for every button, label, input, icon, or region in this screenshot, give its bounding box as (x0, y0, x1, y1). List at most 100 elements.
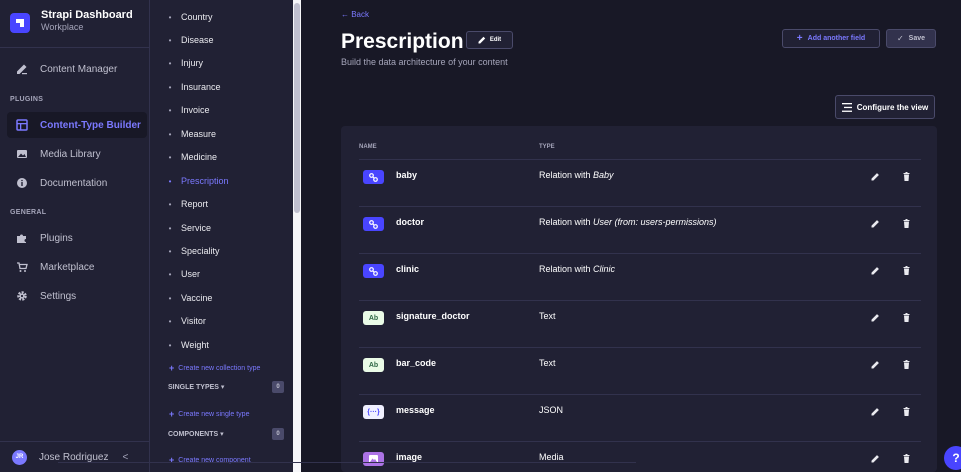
delete-field-button[interactable] (902, 215, 911, 233)
add-another-field-button[interactable]: + Add another field (782, 29, 880, 48)
field-type-label: JSON (539, 405, 564, 415)
bullet-icon: • (168, 246, 172, 256)
subnav-item-label: Visitor (181, 316, 206, 326)
trash-icon (903, 313, 910, 322)
table-row[interactable]: {···} message JSON (359, 394, 921, 428)
edit-field-button[interactable] (871, 403, 880, 421)
nav-divider (0, 47, 150, 48)
collapse-nav-button[interactable]: < (122, 452, 128, 463)
trash-icon (903, 407, 910, 416)
user-name: Jose Rodriguez (39, 451, 109, 463)
create-collection-type-link[interactable]: + Create new collection type (169, 363, 260, 373)
subnav-item-label: Disease (181, 35, 214, 45)
delete-field-button[interactable] (902, 168, 911, 186)
single-types-section[interactable]: SINGLE TYPES ▾ 0 (168, 381, 284, 393)
field-name: signature_doctor (396, 311, 470, 321)
subnav-item-label: Medicine (181, 152, 218, 162)
nav-item-content-type-builder[interactable]: Content-Type Builder (7, 112, 147, 138)
row-icon-text: Ab (368, 314, 379, 322)
bullet-icon: • (168, 316, 172, 326)
create-single-type-link[interactable]: + Create new single type (169, 409, 249, 419)
subnav-item-vaccine[interactable]: • Vaccine (166, 289, 286, 307)
brand[interactable]: Strapi Dashboard Workplace (10, 9, 142, 37)
puzzle-icon (17, 234, 26, 243)
avatar: JR (12, 449, 27, 465)
edit-field-button[interactable] (871, 262, 880, 280)
column-header-type: TYPE (539, 144, 555, 150)
delete-field-button[interactable] (902, 262, 911, 280)
page-subtitle: Build the data architecture of your cont… (341, 57, 508, 67)
subnav-item-label: Vaccine (181, 293, 213, 303)
delete-field-button[interactable] (902, 403, 911, 421)
create-label: Create new single type (178, 410, 250, 418)
table-row[interactable]: baby Relation with Baby (359, 159, 921, 193)
subnav-item-medicine[interactable]: • Medicine (166, 148, 286, 166)
nav-item-plugins[interactable]: Plugins (7, 225, 147, 251)
components-section[interactable]: COMPONENTS ▾ 0 (168, 428, 284, 440)
field-name: doctor (396, 217, 424, 227)
subnav-item-injury[interactable]: • Injury (166, 54, 286, 72)
edit-field-button[interactable] (871, 356, 880, 374)
info-icon (17, 178, 27, 188)
table-row[interactable]: clinic Relation with Clinic (359, 253, 921, 287)
delete-field-button[interactable] (902, 450, 911, 468)
edit-field-button[interactable] (871, 309, 880, 327)
subnav-item-label: Report (181, 199, 209, 209)
trash-icon (903, 219, 910, 228)
table-row[interactable]: Ab signature_doctor Text (359, 300, 921, 334)
help-button[interactable]: ? (944, 446, 961, 470)
subnav-item-label: Country (181, 12, 213, 22)
edit-field-button[interactable] (871, 450, 880, 468)
nav-label: Documentation (40, 177, 108, 189)
relation-icon (363, 217, 384, 231)
nav-item-media-library[interactable]: Media Library (7, 141, 147, 167)
edit-label: Edit (489, 37, 502, 43)
add-field-label: Add another field (807, 35, 866, 42)
nav-item-marketplace[interactable]: Marketplace (7, 254, 147, 280)
subnav-scrollbar-thumb[interactable] (294, 3, 300, 213)
image-icon (17, 150, 27, 158)
edit-field-button[interactable] (871, 168, 880, 186)
back-link[interactable]: ← Back (341, 10, 369, 19)
field-type-label: Media (539, 452, 564, 462)
field-type-label: Text (539, 358, 556, 368)
bullet-icon: • (168, 293, 172, 303)
table-row[interactable]: Ab bar_code Text (359, 347, 921, 381)
row-actions (871, 264, 911, 278)
trash-icon (903, 454, 910, 463)
save-button[interactable]: ✓ Save (886, 29, 936, 48)
edit-button[interactable]: Edit (466, 31, 513, 49)
subnav-item-weight[interactable]: • Weight (166, 336, 286, 354)
subnav-item-disease[interactable]: • Disease (166, 31, 286, 49)
check-icon: ✓ (896, 34, 904, 43)
field-type: Relation with Clinic (539, 264, 615, 274)
field-type-label: Relation with (539, 170, 594, 180)
subnav-item-visitor[interactable]: • Visitor (166, 312, 286, 330)
subnav-item-insurance[interactable]: • Insurance (166, 78, 286, 96)
pencil-icon (871, 408, 879, 416)
subnav-item-prescription[interactable]: • Prescription (166, 172, 286, 190)
subnav-item-measure[interactable]: • Measure (166, 125, 286, 143)
delete-field-button[interactable] (902, 309, 911, 327)
nav-label: Content-Type Builder (40, 119, 141, 131)
nav-item-documentation[interactable]: Documentation (7, 170, 147, 196)
subnav-item-user[interactable]: • User (166, 265, 286, 283)
row-actions (871, 452, 911, 466)
subnav-item-label: Insurance (181, 82, 221, 92)
edit-field-button[interactable] (871, 215, 880, 233)
subnav-item-service[interactable]: • Service (166, 219, 286, 237)
subnav-item-invoice[interactable]: • Invoice (166, 101, 286, 119)
subnav-item-report[interactable]: • Report (166, 195, 286, 213)
subnav-item-speciality[interactable]: • Speciality (166, 242, 286, 260)
configure-view-button[interactable]: Configure the view (835, 95, 935, 119)
nav-item-settings[interactable]: Settings (7, 283, 147, 309)
text-icon: Ab (363, 311, 384, 325)
row-actions (871, 358, 911, 372)
gear-icon (17, 291, 27, 301)
delete-field-button[interactable] (902, 356, 911, 374)
subnav-item-country[interactable]: • Country (166, 8, 286, 26)
table-row[interactable]: doctor Relation with User (from: users-pe… (359, 206, 921, 240)
subnav-item-label: Prescription (181, 176, 229, 186)
nav-item-content-manager[interactable]: Content Manager (7, 56, 147, 82)
pencil-square-icon (17, 64, 27, 75)
